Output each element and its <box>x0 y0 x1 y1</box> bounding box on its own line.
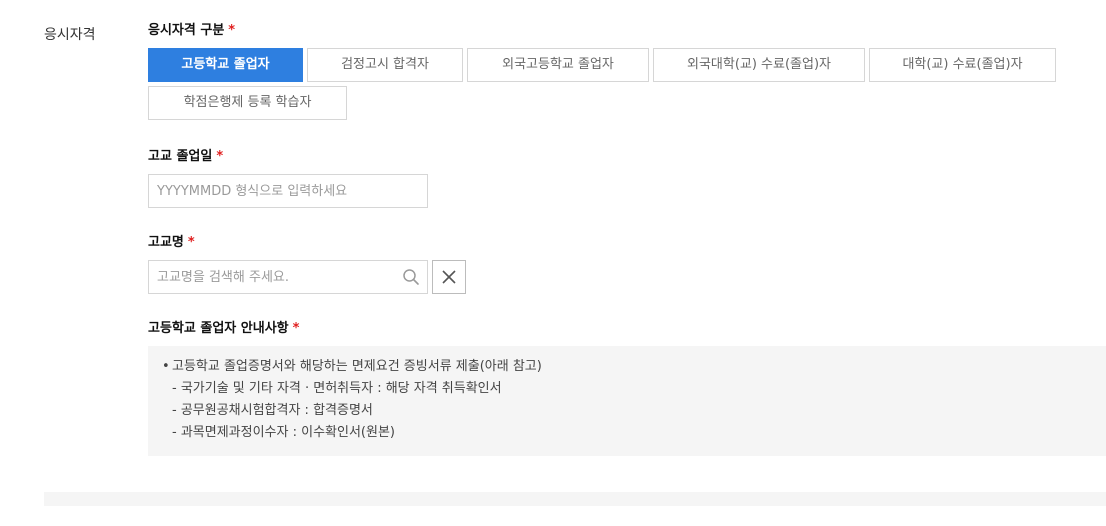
graduation-date-label-text: 고교 졸업일 <box>148 149 213 164</box>
option-university-graduate[interactable]: 대학(교) 수료(졸업)자 <box>869 48 1056 82</box>
school-name-label: 고교명 * <box>148 234 1106 252</box>
required-mark: * <box>292 321 300 336</box>
form-content: 응시자격 구분 * 고등학교 졸업자 검정고시 합격자 외국고등학교 졸업자 외국… <box>148 22 1106 456</box>
option-ged-passer[interactable]: 검정고시 합격자 <box>307 48 463 82</box>
notice-label-text: 고등학교 졸업자 안내사항 <box>148 321 289 336</box>
school-search-wrap <box>148 260 428 294</box>
notice-line: - 국가기술 및 기타 자격 · 면허취득자 : 해당 자격 취득확인서 <box>172 381 502 396</box>
qualification-group: 응시자격 구분 * 고등학교 졸업자 검정고시 합격자 외국고등학교 졸업자 외국… <box>148 22 1106 120</box>
graduation-date-label: 고교 졸업일 * <box>148 148 1106 166</box>
notice-line: 고등학교 졸업증명서와 해당하는 면제요건 증빙서류 제출(아래 참고) <box>172 359 542 374</box>
option-high-school-graduate[interactable]: 고등학교 졸업자 <box>148 48 303 82</box>
school-name-group: 고교명 * <box>148 234 1106 294</box>
section-label: 응시자격 <box>44 27 96 43</box>
bullet-dot: • <box>162 359 170 374</box>
graduation-date-group: 고교 졸업일 * <box>148 148 1106 208</box>
option-foreign-high-school-graduate[interactable]: 외국고등학교 졸업자 <box>467 48 649 82</box>
required-mark: * <box>187 235 195 250</box>
required-mark: * <box>216 149 224 164</box>
footer-divider <box>44 492 1106 506</box>
option-credit-bank-learner[interactable]: 학점은행제 등록 학습자 <box>148 86 347 120</box>
qualification-label: 응시자격 구분 * <box>148 22 1106 40</box>
notice-bullet-line: • 고등학교 졸업증명서와 해당하는 면제요건 증빙서류 제출(아래 참고) <box>162 356 1092 378</box>
clear-button[interactable] <box>432 260 466 294</box>
notice-group: 고등학교 졸업자 안내사항 * • 고등학교 졸업증명서와 해당하는 면제요건 증… <box>148 320 1106 456</box>
school-search-input[interactable] <box>148 260 428 294</box>
qualification-label-text: 응시자격 구분 <box>148 23 225 38</box>
graduation-date-input[interactable] <box>148 174 428 208</box>
close-icon <box>442 270 456 284</box>
notice-label: 고등학교 졸업자 안내사항 * <box>148 320 1106 338</box>
required-mark: * <box>228 23 236 38</box>
school-name-label-text: 고교명 <box>148 235 184 250</box>
search-icon[interactable] <box>402 268 420 286</box>
notice-line: - 과목면제과정이수자 : 이수확인서(원본) <box>172 425 395 440</box>
option-foreign-university-graduate[interactable]: 외국대학(교) 수료(졸업)자 <box>653 48 865 82</box>
qualification-options: 고등학교 졸업자 검정고시 합격자 외국고등학교 졸업자 외국대학(교) 수료(… <box>148 48 1058 120</box>
notice-line: - 공무원공채시험합격자 : 합격증명서 <box>172 403 373 418</box>
notice-box: • 고등학교 졸업증명서와 해당하는 면제요건 증빙서류 제출(아래 참고) -… <box>148 346 1106 456</box>
school-search-row <box>148 260 1106 294</box>
